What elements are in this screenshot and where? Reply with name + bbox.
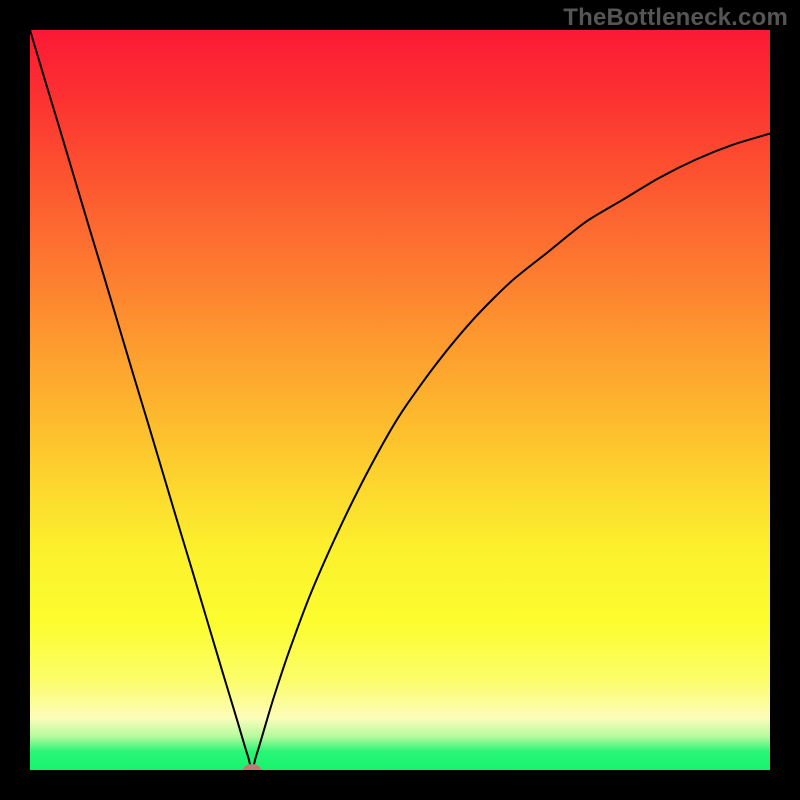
watermark-text: TheBottleneck.com — [563, 4, 788, 32]
chart-frame: TheBottleneck.com — [0, 0, 800, 800]
plot-area — [30, 30, 770, 770]
chart-svg — [30, 30, 770, 770]
